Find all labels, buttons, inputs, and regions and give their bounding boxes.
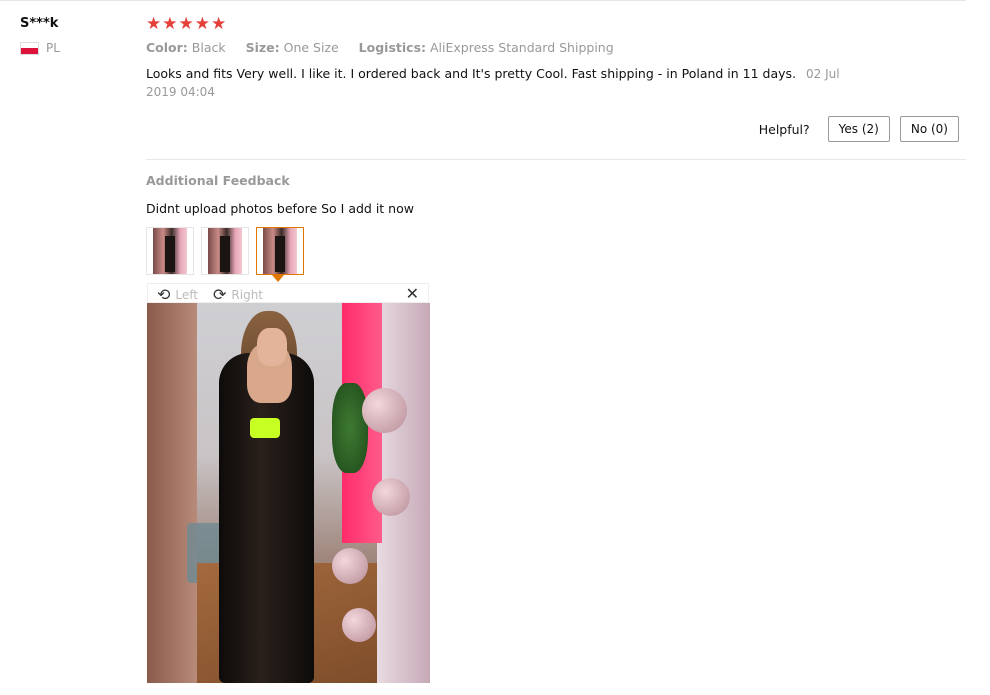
photo-thumbnail-selected[interactable] [256, 227, 304, 275]
size-value: One Size [283, 40, 339, 55]
photo-thumbnail[interactable] [201, 227, 249, 275]
rotate-right-icon: ⟳ [213, 285, 227, 304]
rotate-right-label: Right [231, 287, 264, 302]
helpful-voting: Helpful? Yes (2) No (0) [759, 116, 959, 142]
rotate-right-button[interactable]: ⟳ Right [213, 285, 263, 304]
rating-stars: ★ ★ ★ ★ ★ [146, 14, 226, 34]
country-code: PL [46, 41, 60, 55]
star-icon: ★ [178, 14, 194, 34]
logistics-value: AliExpress Standard Shipping [430, 40, 614, 55]
logistics-label: Logistics: [358, 40, 427, 55]
helpful-no-button[interactable]: No (0) [899, 116, 959, 142]
customer-photo [147, 303, 430, 683]
review-body: Looks and fits Very well. I like it. I o… [146, 65, 866, 101]
color-label: Color: [146, 40, 188, 55]
size-label: Size: [245, 40, 280, 55]
photo-thumbnails [146, 227, 311, 275]
additional-feedback-title: Additional Feedback [146, 173, 290, 188]
review-text: Looks and fits Very well. I like it. I o… [146, 66, 797, 81]
star-icon: ★ [146, 14, 162, 34]
helpful-label: Helpful? [758, 121, 810, 137]
order-details: Color: Black Size: One Size Logistics: A… [146, 40, 614, 55]
star-icon: ★ [162, 14, 178, 34]
reviewer-country: PL [20, 41, 60, 55]
rotate-left-icon: ⟲ [157, 285, 171, 304]
photo-thumbnail[interactable] [146, 227, 194, 275]
photo-viewer-toolbar: ⟲ Left ⟳ Right ✕ [147, 283, 429, 304]
star-icon: ★ [194, 14, 210, 34]
reviewer-name: S***k [20, 16, 59, 31]
close-icon[interactable]: ✕ [406, 284, 419, 303]
helpful-yes-button[interactable]: Yes (2) [827, 116, 890, 142]
rotate-left-button[interactable]: ⟲ Left [157, 285, 198, 304]
top-divider [0, 0, 966, 1]
poland-flag-icon [20, 41, 39, 55]
section-divider [146, 159, 966, 160]
additional-feedback-text: Didnt upload photos before So I add it n… [146, 201, 414, 216]
rotate-left-label: Left [175, 287, 198, 302]
selected-pointer-icon [272, 275, 284, 282]
color-value: Black [191, 40, 226, 55]
star-icon: ★ [211, 14, 227, 34]
